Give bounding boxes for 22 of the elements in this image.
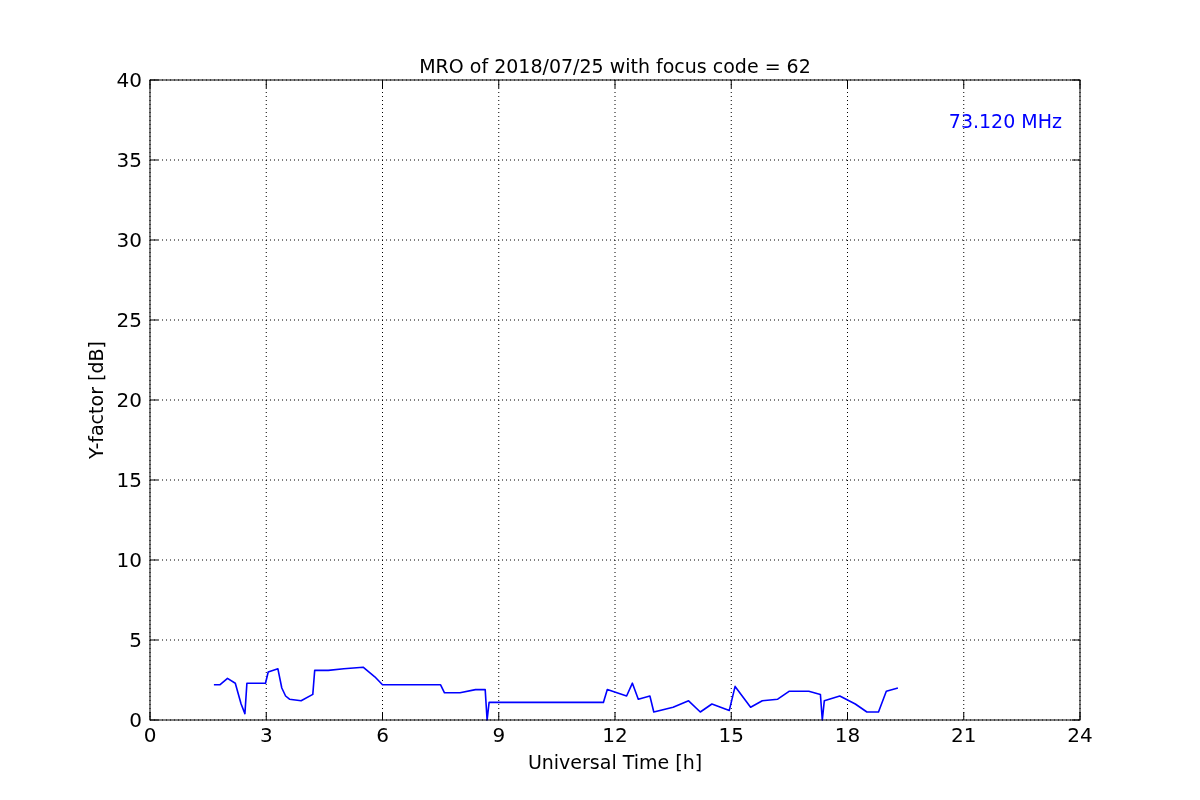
frequency-annotation: 73.120 MHz bbox=[948, 110, 1062, 132]
x-tick-label: 21 bbox=[951, 723, 977, 747]
y-tick-label: 10 bbox=[116, 548, 142, 572]
x-tick-label: 0 bbox=[143, 723, 157, 747]
y-tick-label: 5 bbox=[129, 628, 142, 652]
x-tick-label: 18 bbox=[834, 723, 861, 747]
x-tick-label: 3 bbox=[259, 723, 273, 747]
y-axis-label: Y-factor [dB] bbox=[85, 341, 107, 459]
chart-title: MRO of 2018/07/25 with focus code = 62 bbox=[419, 55, 811, 77]
x-tick-label: 15 bbox=[718, 723, 744, 747]
y-tick-label: 15 bbox=[116, 468, 142, 492]
y-tick-label: 35 bbox=[116, 148, 142, 172]
y-tick-label: 40 bbox=[116, 68, 142, 92]
y-tick-label: 30 bbox=[116, 228, 142, 252]
x-axis-label: Universal Time [h] bbox=[527, 751, 703, 773]
y-tick-label: 25 bbox=[116, 308, 142, 332]
x-tick-label: 12 bbox=[602, 723, 628, 747]
x-tick-label: 24 bbox=[1067, 723, 1093, 747]
y-tick-label: 0 bbox=[129, 708, 142, 732]
x-tick-label: 9 bbox=[492, 723, 506, 747]
x-tick-label: 6 bbox=[376, 723, 389, 747]
y-tick-label: 20 bbox=[116, 388, 142, 412]
